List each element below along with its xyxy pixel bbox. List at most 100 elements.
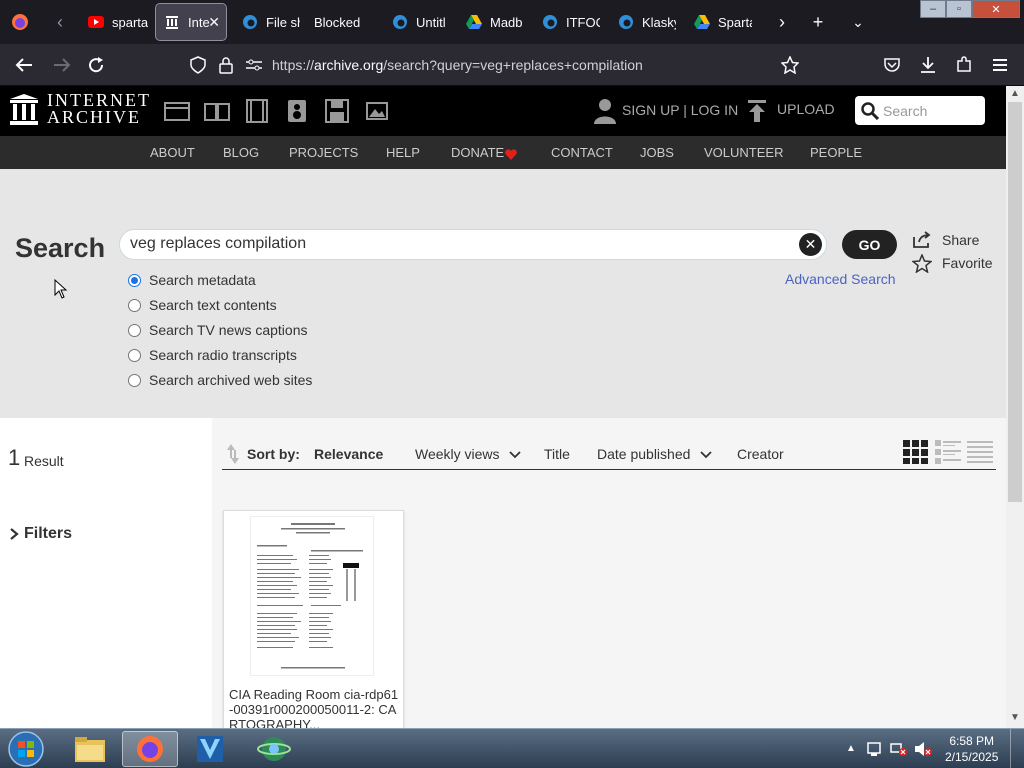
- scroll-up-icon[interactable]: ▲: [1010, 88, 1020, 99]
- software-floppy-icon[interactable]: [324, 98, 350, 124]
- nav-projects[interactable]: PROJECTS: [289, 145, 358, 160]
- maximize-window-icon[interactable]: ▫: [946, 0, 972, 18]
- upload-icon[interactable]: [748, 100, 766, 127]
- back-icon[interactable]: [12, 53, 36, 77]
- filters-toggle[interactable]: Filters: [8, 525, 72, 543]
- clock-time: 6:58 PM: [949, 734, 995, 748]
- firefox-taskbar-icon[interactable]: [122, 731, 178, 767]
- tab-blocked[interactable]: Blocked: [306, 4, 376, 40]
- search-option-radio-transcripts[interactable]: Search radio transcripts: [128, 346, 297, 364]
- result-thumbnail[interactable]: [250, 516, 374, 676]
- site-permissions-icon[interactable]: [242, 53, 266, 77]
- ia-logo-icon[interactable]: [10, 94, 38, 131]
- tab-itfoo[interactable]: ITFOO: [534, 4, 600, 40]
- result-title[interactable]: CIA Reading Room cia-rdp61-00391r0002000…: [229, 687, 401, 732]
- tab-klasky[interactable]: Klasky: [610, 4, 676, 40]
- network-disconnected-icon[interactable]: [890, 741, 908, 762]
- search-query-input[interactable]: [130, 235, 790, 253]
- action-center-flag-icon[interactable]: [866, 741, 882, 762]
- sort-relevance[interactable]: Relevance: [314, 446, 383, 462]
- search-option-metadata[interactable]: Search metadata: [128, 271, 256, 289]
- list-detail-view-icon[interactable]: [935, 440, 961, 469]
- tab-scroll-left-icon[interactable]: ‹: [48, 10, 72, 34]
- tracking-protection-shield-icon[interactable]: [186, 53, 210, 77]
- radio-button[interactable]: [128, 323, 141, 337]
- page-title: Search: [15, 233, 106, 263]
- ia-logo-text[interactable]: INTERNET ARCHIVE: [47, 91, 151, 126]
- extensions-icon[interactable]: [952, 53, 976, 77]
- downloads-icon[interactable]: [916, 53, 940, 77]
- share-button[interactable]: Share: [912, 230, 979, 250]
- scrollbar-thumb[interactable]: [1008, 102, 1022, 502]
- nav-jobs[interactable]: JOBS: [640, 145, 674, 160]
- ia-header-search-input[interactable]: Search: [855, 96, 985, 125]
- search-option-archived-web-sites[interactable]: Search archived web sites: [128, 371, 312, 389]
- favorite-button[interactable]: Favorite: [912, 253, 993, 273]
- sort-direction-icon[interactable]: [226, 444, 240, 469]
- firefox-menu-icon[interactable]: [8, 10, 32, 34]
- nav-help[interactable]: HELP: [386, 145, 420, 160]
- new-tab-icon[interactable]: +: [806, 10, 830, 34]
- ia-main-nav: ABOUT BLOG PROJECTS HELP DONATE CONTACT …: [0, 136, 1006, 169]
- texts-book-icon[interactable]: [204, 98, 230, 124]
- nav-blog[interactable]: BLOG: [223, 145, 259, 160]
- search-query-field[interactable]: ✕: [119, 229, 827, 260]
- show-desktop-button[interactable]: [1010, 729, 1024, 768]
- radio-button[interactable]: [128, 373, 141, 387]
- search-option-text-contents[interactable]: Search text contents: [128, 296, 277, 314]
- tab-madb[interactable]: Madb: [458, 4, 524, 40]
- nav-donate[interactable]: DONATE: [451, 145, 504, 160]
- sort-date-published[interactable]: Date published: [597, 446, 712, 462]
- sort-title[interactable]: Title: [544, 446, 570, 462]
- grid-view-icon[interactable]: [903, 440, 929, 469]
- file-explorer-icon[interactable]: [64, 731, 116, 767]
- address-bar-url[interactable]: https://archive.org/search?query=veg+rep…: [272, 57, 643, 73]
- video-editor-icon[interactable]: [184, 731, 236, 767]
- radio-button[interactable]: [128, 348, 141, 362]
- start-button-icon[interactable]: [4, 731, 48, 767]
- nav-people[interactable]: PEOPLE: [810, 145, 862, 160]
- show-hidden-icons-icon[interactable]: ▲: [846, 743, 856, 754]
- nav-volunteer[interactable]: VOLUNTEER: [704, 145, 783, 160]
- clear-search-icon[interactable]: ✕: [799, 233, 822, 256]
- scroll-down-icon[interactable]: ▼: [1010, 712, 1020, 723]
- list-compact-view-icon[interactable]: [967, 440, 993, 469]
- list-all-tabs-icon[interactable]: ⌄: [846, 10, 870, 34]
- video-film-icon[interactable]: [244, 98, 270, 124]
- tab-internet-archive[interactable]: Inte ✕: [155, 3, 227, 41]
- tab-file-sh[interactable]: File sh: [234, 4, 300, 40]
- tab-scroll-right-icon[interactable]: ›: [770, 10, 794, 34]
- advanced-search-link[interactable]: Advanced Search: [785, 271, 896, 287]
- audio-speaker-icon[interactable]: [284, 98, 310, 124]
- volume-muted-icon[interactable]: [914, 741, 932, 762]
- sort-weekly-views[interactable]: Weekly views: [415, 446, 522, 462]
- nav-contact[interactable]: CONTACT: [551, 145, 613, 160]
- system-clock[interactable]: 6:58 PM 2/15/2025: [945, 733, 998, 765]
- reload-icon[interactable]: [84, 53, 108, 77]
- radio-button[interactable]: [128, 298, 141, 312]
- images-icon[interactable]: [364, 98, 390, 124]
- page-scrollbar[interactable]: ▲ ▼: [1006, 86, 1024, 728]
- bookmark-star-icon[interactable]: [778, 53, 802, 77]
- lock-icon[interactable]: [214, 53, 238, 77]
- close-window-icon[interactable]: ✕: [972, 0, 1020, 18]
- signup-login-link[interactable]: SIGN UP | LOG IN: [622, 102, 738, 118]
- radio-button[interactable]: [128, 273, 141, 287]
- search-option-tv-captions[interactable]: Search TV news captions: [128, 321, 308, 339]
- web-archive-icon[interactable]: [164, 98, 190, 124]
- upload-link[interactable]: UPLOAD: [777, 101, 835, 117]
- pocket-icon[interactable]: [880, 53, 904, 77]
- go-button[interactable]: GO: [842, 230, 897, 259]
- tab-sparta-youtube[interactable]: sparta: [80, 4, 150, 40]
- hamburger-menu-icon[interactable]: [988, 53, 1012, 77]
- close-tab-icon[interactable]: ✕: [208, 14, 220, 31]
- network-globe-icon[interactable]: [244, 731, 304, 767]
- minimize-window-icon[interactable]: –: [920, 0, 946, 18]
- sort-creator[interactable]: Creator: [737, 446, 784, 462]
- user-avatar-icon[interactable]: [594, 98, 616, 129]
- tab-untitled[interactable]: Untitl: [384, 4, 450, 40]
- forward-icon[interactable]: [50, 53, 74, 77]
- nav-about[interactable]: ABOUT: [150, 145, 195, 160]
- result-card[interactable]: CIA Reading Room cia-rdp61-00391r0002000…: [223, 510, 404, 732]
- tab-sparta-drive[interactable]: Sparta: [686, 4, 752, 40]
